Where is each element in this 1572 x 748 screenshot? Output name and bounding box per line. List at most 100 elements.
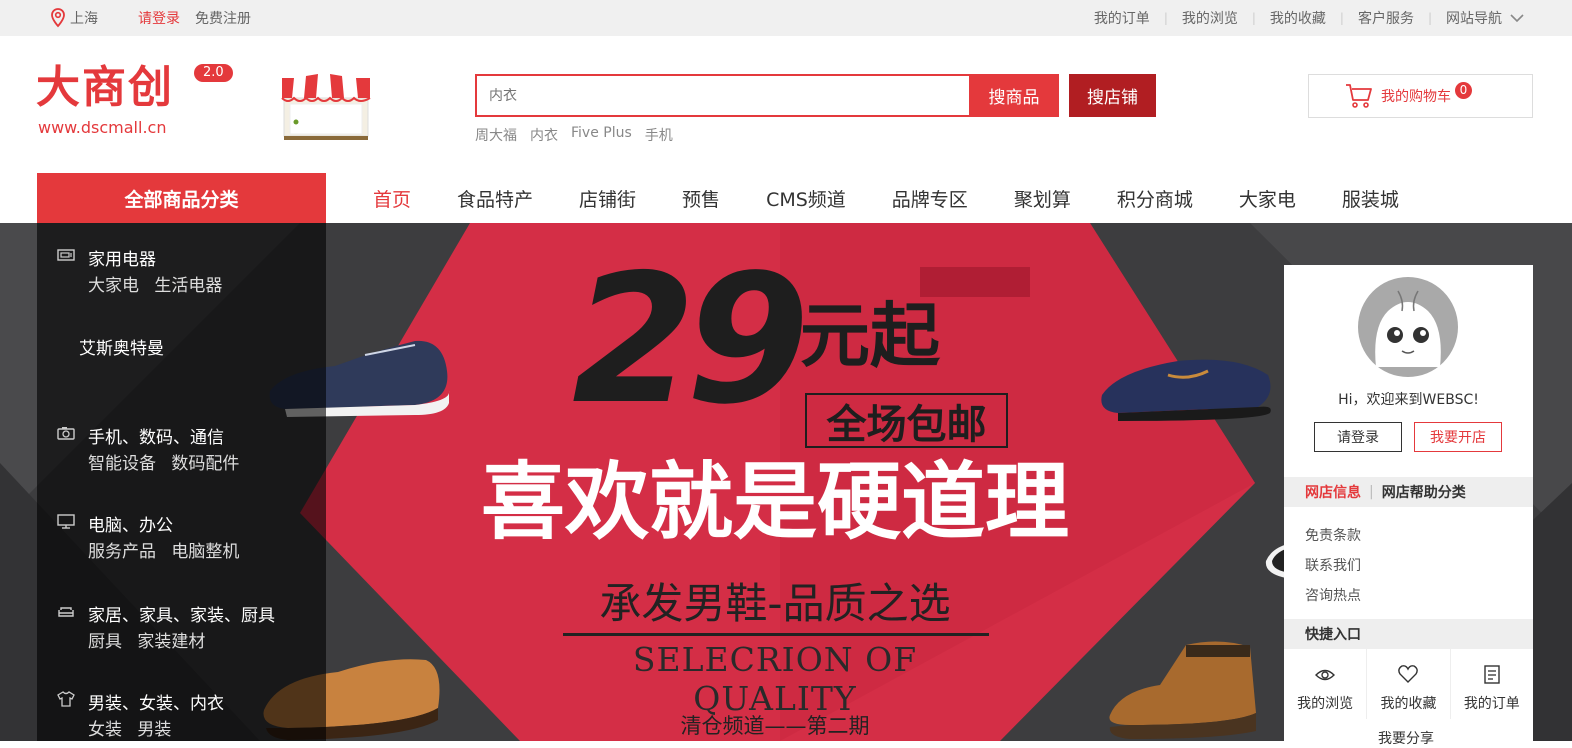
avatar — [1358, 277, 1458, 377]
nav-item-brands[interactable]: 品牌专区 — [892, 185, 968, 212]
chevron-down-icon[interactable] — [1510, 13, 1524, 23]
category-sub-link[interactable]: 家装建材 — [137, 632, 205, 652]
nav-item-group-buy[interactable]: 聚划算 — [1014, 185, 1071, 212]
user-panel: Hi，欢迎来到WEBSC! 请登录 我要开店 网店信息 | 网店帮助分类 免责条… — [1284, 265, 1533, 747]
banner-english: SELECRION OF QUALITY — [632, 640, 918, 718]
category-subs: 智能设备 数码配件 — [88, 449, 249, 474]
category-sub-link[interactable]: 生活电器 — [154, 276, 222, 296]
quick-history[interactable]: 我的浏览 — [1284, 649, 1368, 719]
banner-subtitle: 承发男鞋-品质之选 — [599, 579, 951, 628]
divider: | — [1251, 11, 1256, 25]
hotword-link[interactable]: Five Plus — [571, 125, 632, 145]
category-sub-link[interactable]: 智能设备 — [88, 454, 156, 474]
category-subs: 服务产品 电脑整机 — [88, 537, 249, 562]
quick-favorites[interactable]: 我的收藏 — [1367, 649, 1451, 719]
tab-shop-help[interactable]: 网店帮助分类 — [1382, 482, 1466, 502]
cart-count-badge: 0 — [1455, 81, 1472, 99]
nav-item-points-mall[interactable]: 积分商城 — [1117, 185, 1193, 212]
divider: | — [1163, 11, 1168, 25]
site-logo[interactable]: 大商创 2.0 www.dscmall.cn — [36, 60, 236, 140]
category-sub-link[interactable]: 数码配件 — [171, 454, 239, 474]
nav-item-home[interactable]: 首页 — [373, 185, 411, 212]
all-categories-button[interactable]: 全部商品分类 — [37, 173, 326, 223]
quick-entry-header: 快捷入口 — [1284, 619, 1533, 649]
logo-version-badge: 2.0 — [194, 64, 233, 82]
category-title[interactable]: 电脑、办公 — [88, 511, 173, 536]
hotword-link[interactable]: 周大福 — [475, 125, 517, 145]
nav-item-apparel[interactable]: 服装城 — [1342, 185, 1399, 212]
my-history-link[interactable]: 我的浏览 — [1182, 8, 1238, 28]
category-title[interactable]: 手机、数码、通信 — [88, 423, 224, 448]
panel-tabs: 网店信息 | 网店帮助分类 — [1284, 477, 1533, 507]
quick-label: 我的订单 — [1463, 696, 1520, 712]
category-sub-link[interactable]: 大家电 — [88, 276, 139, 296]
share-link[interactable]: 我要分享 — [1378, 728, 1434, 748]
monitor-icon — [57, 514, 75, 529]
camera-icon — [57, 427, 75, 440]
shirt-icon — [57, 691, 75, 707]
top-bar-left: 上海 请登录 免费注册 — [50, 0, 251, 36]
panel-links: 免责条款 联系我们 咨询热点 — [1305, 521, 1361, 611]
customer-service-link[interactable]: 客户服务 — [1358, 8, 1414, 28]
contact-link[interactable]: 联系我们 — [1305, 558, 1361, 574]
nav-item-presale[interactable]: 预售 — [682, 185, 720, 212]
category-subs: 大家电 生活电器 — [88, 271, 232, 296]
my-favorites-link[interactable]: 我的收藏 — [1270, 8, 1326, 28]
nav-item-cms[interactable]: CMS频道 — [766, 185, 846, 212]
main-nav: 首页 食品特产 店铺街 预售 CMS频道 品牌专区 聚划算 积分商城 大家电 服… — [350, 173, 1422, 223]
boot-image — [1109, 641, 1256, 739]
quick-entry-row: 我的浏览 我的收藏 我的订单 — [1284, 649, 1533, 719]
divider: | — [1369, 484, 1374, 500]
search-input[interactable] — [489, 87, 957, 104]
category-sub-link[interactable]: 服务产品 — [88, 542, 156, 562]
cart-button[interactable]: 我的购物车 0 — [1308, 74, 1533, 118]
category-sub-link[interactable]: 电脑整机 — [171, 542, 239, 562]
category-title[interactable]: 艾斯奥特曼 — [79, 334, 164, 359]
city-label[interactable]: 上海 — [70, 8, 98, 28]
top-bar: 上海 请登录 免费注册 我的订单 | 我的浏览 | 我的收藏 | 客户服务 | … — [0, 0, 1572, 36]
logo-text: 大商创 — [36, 62, 174, 113]
quick-label: 我的浏览 — [1297, 696, 1354, 712]
heart-icon — [1398, 665, 1419, 683]
hotword-link[interactable]: 手机 — [645, 125, 673, 145]
banner-price-suffix: 元起 — [800, 295, 940, 377]
category-sub-link[interactable]: 男装 — [137, 720, 171, 740]
category-title[interactable]: 家用电器 — [88, 245, 156, 270]
category-subs: 厨具 家装建材 — [88, 627, 215, 652]
nav-item-food[interactable]: 食品特产 — [457, 185, 533, 212]
quick-orders[interactable]: 我的订单 — [1451, 649, 1533, 719]
nav-item-appliances[interactable]: 大家电 — [1239, 185, 1296, 212]
category-title[interactable]: 男装、女装、内衣 — [88, 689, 224, 714]
category-subs: 女装 男装 — [88, 715, 181, 740]
category-title[interactable]: 家居、家具、家装、厨具 — [88, 601, 275, 626]
banner-free-shipping: 全场包邮 — [805, 393, 1008, 448]
hotword-link[interactable]: 内衣 — [530, 125, 558, 145]
register-link[interactable]: 免费注册 — [195, 8, 251, 28]
site-nav-link[interactable]: 网站导航 — [1446, 8, 1502, 28]
search-goods-button[interactable]: 搜商品 — [969, 74, 1059, 117]
banner-period: 清仓频道——第二期 — [680, 714, 870, 738]
banner-slogan: 喜欢就是硬道理 — [480, 452, 1069, 551]
cart-label: 我的购物车 — [1381, 89, 1451, 105]
top-bar-right: 我的订单 | 我的浏览 | 我的收藏 | 客户服务 | 网站导航 — [1094, 0, 1524, 36]
storefront-icon — [281, 70, 371, 140]
panel-login-button[interactable]: 请登录 — [1314, 422, 1402, 452]
banner-divider — [563, 633, 989, 636]
banner-price: 29 — [572, 236, 810, 443]
tab-shop-info[interactable]: 网店信息 — [1305, 482, 1361, 502]
category-sub-link[interactable]: 女装 — [88, 720, 122, 740]
search-shop-button[interactable]: 搜店铺 — [1069, 74, 1156, 117]
open-shop-button[interactable]: 我要开店 — [1414, 422, 1502, 452]
sofa-icon — [58, 607, 74, 617]
hotline-link[interactable]: 咨询热点 — [1305, 588, 1361, 604]
category-sub-link[interactable]: 厨具 — [88, 632, 122, 652]
disclaimer-link[interactable]: 免责条款 — [1305, 528, 1361, 544]
nav-item-store-street[interactable]: 店铺街 — [579, 185, 636, 212]
divider: | — [1427, 11, 1432, 25]
hot-keywords: 周大福 内衣 Five Plus 手机 — [475, 125, 673, 145]
logo-url: www.dscmall.cn — [38, 118, 167, 137]
login-link[interactable]: 请登录 — [138, 8, 180, 28]
divider: | — [1339, 11, 1344, 25]
my-orders-link[interactable]: 我的订单 — [1094, 8, 1150, 28]
search-box — [475, 74, 971, 117]
